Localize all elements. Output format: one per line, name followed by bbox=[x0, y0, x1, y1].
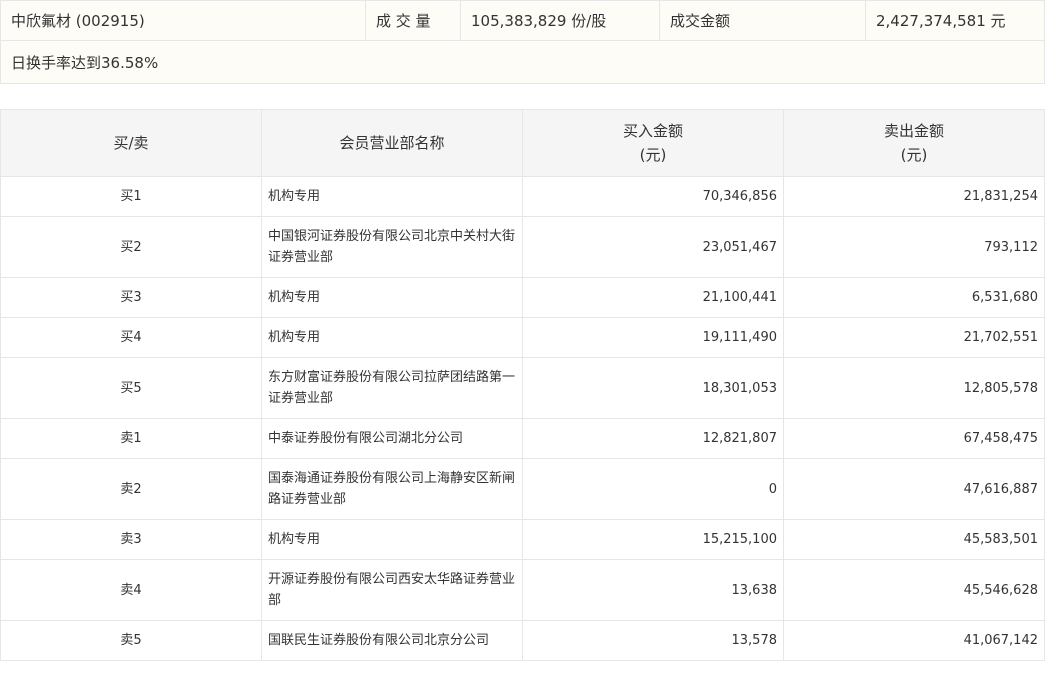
row-side: 买3 bbox=[0, 277, 262, 318]
table-header: 买/卖 会员营业部名称 买入金额 (元) 卖出金额 (元) bbox=[0, 109, 1045, 177]
header-buy: 买入金额 (元) bbox=[522, 109, 784, 177]
trading-table: 买/卖 会员营业部名称 买入金额 (元) 卖出金额 (元) 买1 机构专用 70… bbox=[0, 109, 1045, 661]
header-name: 会员营业部名称 bbox=[261, 109, 523, 177]
row-side: 卖1 bbox=[0, 418, 262, 459]
table-row: 卖5 国联民生证券股份有限公司北京分公司 13,578 41,067,142 bbox=[0, 620, 1045, 661]
row-buy: 0 bbox=[522, 458, 784, 520]
row-buy: 23,051,467 bbox=[522, 216, 784, 278]
row-sell: 41,067,142 bbox=[783, 620, 1045, 661]
header-side: 买/卖 bbox=[0, 109, 262, 177]
row-sell: 6,531,680 bbox=[783, 277, 1045, 318]
row-buy: 19,111,490 bbox=[522, 317, 784, 358]
header-sell-line2: (元) bbox=[900, 146, 928, 164]
row-buy: 13,578 bbox=[522, 620, 784, 661]
row-sell: 45,546,628 bbox=[783, 559, 1045, 621]
row-name: 机构专用 bbox=[261, 277, 523, 318]
table-row: 买3 机构专用 21,100,441 6,531,680 bbox=[0, 277, 1045, 318]
header-sell: 卖出金额 (元) bbox=[783, 109, 1045, 177]
row-sell: 45,583,501 bbox=[783, 519, 1045, 560]
table-row: 卖1 中泰证券股份有限公司湖北分公司 12,821,807 67,458,475 bbox=[0, 418, 1045, 459]
row-side: 买5 bbox=[0, 357, 262, 419]
row-side: 买4 bbox=[0, 317, 262, 358]
table-row: 卖4 开源证券股份有限公司西安太华路证券营业部 13,638 45,546,62… bbox=[0, 559, 1045, 621]
row-buy: 13,638 bbox=[522, 559, 784, 621]
table-row: 买1 机构专用 70,346,856 21,831,254 bbox=[0, 176, 1045, 217]
table-row: 买4 机构专用 19,111,490 21,702,551 bbox=[0, 317, 1045, 358]
row-name: 机构专用 bbox=[261, 519, 523, 560]
row-side: 买1 bbox=[0, 176, 262, 217]
row-name: 开源证券股份有限公司西安太华路证券营业部 bbox=[261, 559, 523, 621]
volume-label: 成 交 量 bbox=[365, 0, 461, 41]
row-sell: 21,702,551 bbox=[783, 317, 1045, 358]
row-buy: 18,301,053 bbox=[522, 357, 784, 419]
row-name: 中国银河证券股份有限公司北京中关村大街证券营业部 bbox=[261, 216, 523, 278]
row-sell: 47,616,887 bbox=[783, 458, 1045, 520]
row-sell: 21,831,254 bbox=[783, 176, 1045, 217]
listing-reason: 日换手率达到36.58% bbox=[0, 40, 1045, 84]
reason-row: 日换手率达到36.58% bbox=[0, 40, 1045, 84]
row-buy: 15,215,100 bbox=[522, 519, 784, 560]
row-side: 卖3 bbox=[0, 519, 262, 560]
amount-value: 2,427,374,581 元 bbox=[865, 0, 1045, 41]
row-name: 机构专用 bbox=[261, 317, 523, 358]
header-sell-line1: 卖出金额 bbox=[883, 122, 944, 140]
stock-name: 中欣氟材 (002915) bbox=[0, 0, 366, 41]
row-side: 卖5 bbox=[0, 620, 262, 661]
page: 中欣氟材 (002915) 成 交 量 105,383,829 份/股 成交金额… bbox=[0, 0, 1060, 682]
header-buy-line1: 买入金额 bbox=[622, 122, 683, 140]
row-name: 东方财富证券股份有限公司拉萨团结路第一证券营业部 bbox=[261, 357, 523, 419]
row-side: 卖4 bbox=[0, 559, 262, 621]
row-sell: 12,805,578 bbox=[783, 357, 1045, 419]
table-row: 买2 中国银河证券股份有限公司北京中关村大街证券营业部 23,051,467 7… bbox=[0, 216, 1045, 278]
summary-row: 中欣氟材 (002915) 成 交 量 105,383,829 份/股 成交金额… bbox=[0, 0, 1045, 41]
row-sell: 793,112 bbox=[783, 216, 1045, 278]
row-name: 机构专用 bbox=[261, 176, 523, 217]
row-buy: 70,346,856 bbox=[522, 176, 784, 217]
row-name: 国联民生证券股份有限公司北京分公司 bbox=[261, 620, 523, 661]
summary-table: 中欣氟材 (002915) 成 交 量 105,383,829 份/股 成交金额… bbox=[0, 0, 1045, 84]
row-name: 中泰证券股份有限公司湖北分公司 bbox=[261, 418, 523, 459]
table-row: 买5 东方财富证券股份有限公司拉萨团结路第一证券营业部 18,301,053 1… bbox=[0, 357, 1045, 419]
row-buy: 12,821,807 bbox=[522, 418, 784, 459]
row-name: 国泰海通证券股份有限公司上海静安区新闸路证券营业部 bbox=[261, 458, 523, 520]
row-buy: 21,100,441 bbox=[522, 277, 784, 318]
table-row: 卖3 机构专用 15,215,100 45,583,501 bbox=[0, 519, 1045, 560]
volume-value: 105,383,829 份/股 bbox=[460, 0, 660, 41]
table-row: 卖2 国泰海通证券股份有限公司上海静安区新闸路证券营业部 0 47,616,88… bbox=[0, 458, 1045, 520]
amount-label: 成交金额 bbox=[659, 0, 866, 41]
header-buy-line2: (元) bbox=[639, 146, 667, 164]
row-side: 买2 bbox=[0, 216, 262, 278]
row-sell: 67,458,475 bbox=[783, 418, 1045, 459]
row-side: 卖2 bbox=[0, 458, 262, 520]
